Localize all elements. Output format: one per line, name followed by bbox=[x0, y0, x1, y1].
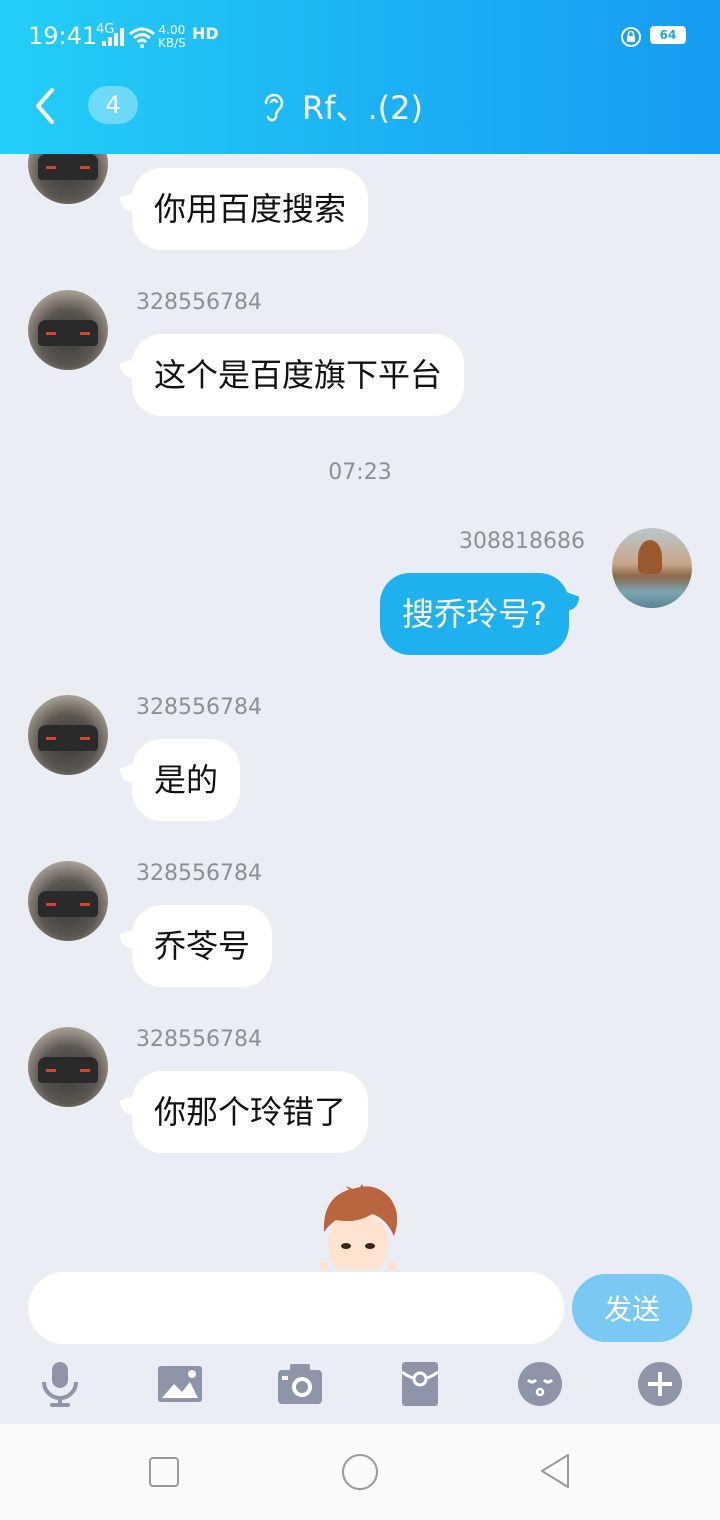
tree-image bbox=[638, 540, 662, 574]
wifi-icon bbox=[128, 26, 156, 52]
battery-indicator: 64 bbox=[650, 26, 686, 44]
speed-unit: KB/S bbox=[158, 36, 186, 50]
cartoon-face-icon bbox=[320, 1184, 398, 1270]
sender-name: 328556784 bbox=[136, 290, 262, 315]
input-toolbar bbox=[0, 1360, 720, 1410]
header-bar: 19:41 4G 4.00 KB/S HD 64 4 Rf、.(2) bbox=[0, 0, 720, 154]
clock: 19:41 bbox=[28, 22, 98, 50]
chat-nav: 4 Rf、.(2) bbox=[0, 72, 720, 154]
message-bubble[interactable]: 搜乔玲号? bbox=[380, 573, 569, 655]
message-list[interactable]: 你用百度搜索 328556784 这个是百度旗下平台 07:23 3088186… bbox=[0, 154, 720, 1270]
message-bubble[interactable]: 乔苓号 bbox=[132, 905, 273, 987]
message-bubble[interactable]: 你用百度搜索 bbox=[132, 168, 369, 250]
unread-badge[interactable]: 4 bbox=[88, 86, 138, 124]
ear-icon bbox=[264, 93, 284, 122]
input-area: 发送 bbox=[0, 1270, 720, 1424]
back-button[interactable] bbox=[30, 86, 64, 126]
emoji-icon[interactable] bbox=[516, 1360, 564, 1408]
hd-indicator: HD bbox=[192, 24, 219, 43]
speed-value: 4.00 bbox=[158, 23, 186, 37]
system-navigation-bar bbox=[0, 1424, 720, 1520]
recents-button[interactable] bbox=[148, 1456, 180, 1492]
car-image bbox=[38, 1057, 98, 1083]
sender-name: 308818686 bbox=[459, 529, 585, 554]
rotation-lock-icon bbox=[620, 26, 642, 52]
car-image bbox=[38, 154, 98, 180]
cartoon-sticker[interactable] bbox=[316, 1184, 400, 1270]
red-packet-icon[interactable] bbox=[396, 1360, 444, 1408]
sender-name: 328556784 bbox=[136, 861, 262, 886]
plus-icon[interactable] bbox=[636, 1360, 684, 1408]
car-image bbox=[38, 320, 98, 346]
microphone-icon[interactable] bbox=[36, 1360, 84, 1408]
message-timestamp: 07:23 bbox=[328, 460, 392, 485]
chevron-left-icon bbox=[36, 88, 54, 124]
sender-name: 328556784 bbox=[136, 695, 262, 720]
circle-icon bbox=[342, 1454, 378, 1490]
triangle-back-icon bbox=[541, 1454, 569, 1488]
car-image bbox=[38, 725, 98, 751]
square-icon bbox=[149, 1457, 179, 1487]
camera-icon[interactable] bbox=[276, 1360, 324, 1408]
send-button[interactable]: 发送 bbox=[572, 1274, 692, 1342]
avatar[interactable] bbox=[28, 1027, 108, 1107]
avatar[interactable] bbox=[28, 154, 108, 204]
avatar[interactable] bbox=[612, 528, 692, 608]
avatar[interactable] bbox=[28, 695, 108, 775]
chat-title-group[interactable]: Rf、.(2) bbox=[258, 86, 424, 127]
status-bar: 19:41 4G 4.00 KB/S HD 64 bbox=[0, 0, 720, 72]
image-icon[interactable] bbox=[156, 1360, 204, 1408]
avatar[interactable] bbox=[28, 861, 108, 941]
car-image bbox=[38, 891, 98, 917]
signal-icon bbox=[100, 28, 124, 46]
avatar[interactable] bbox=[28, 290, 108, 370]
back-nav-button[interactable] bbox=[538, 1452, 572, 1494]
sender-name: 328556784 bbox=[136, 1027, 262, 1052]
message-bubble[interactable]: 你那个玲错了 bbox=[132, 1071, 369, 1153]
network-speed: 4.00 KB/S bbox=[158, 24, 186, 50]
chat-title: Rf、.(2) bbox=[302, 89, 424, 127]
message-input[interactable] bbox=[28, 1272, 564, 1344]
message-bubble[interactable]: 这个是百度旗下平台 bbox=[132, 334, 465, 416]
message-bubble[interactable]: 是的 bbox=[132, 739, 241, 821]
home-button[interactable] bbox=[341, 1453, 379, 1495]
